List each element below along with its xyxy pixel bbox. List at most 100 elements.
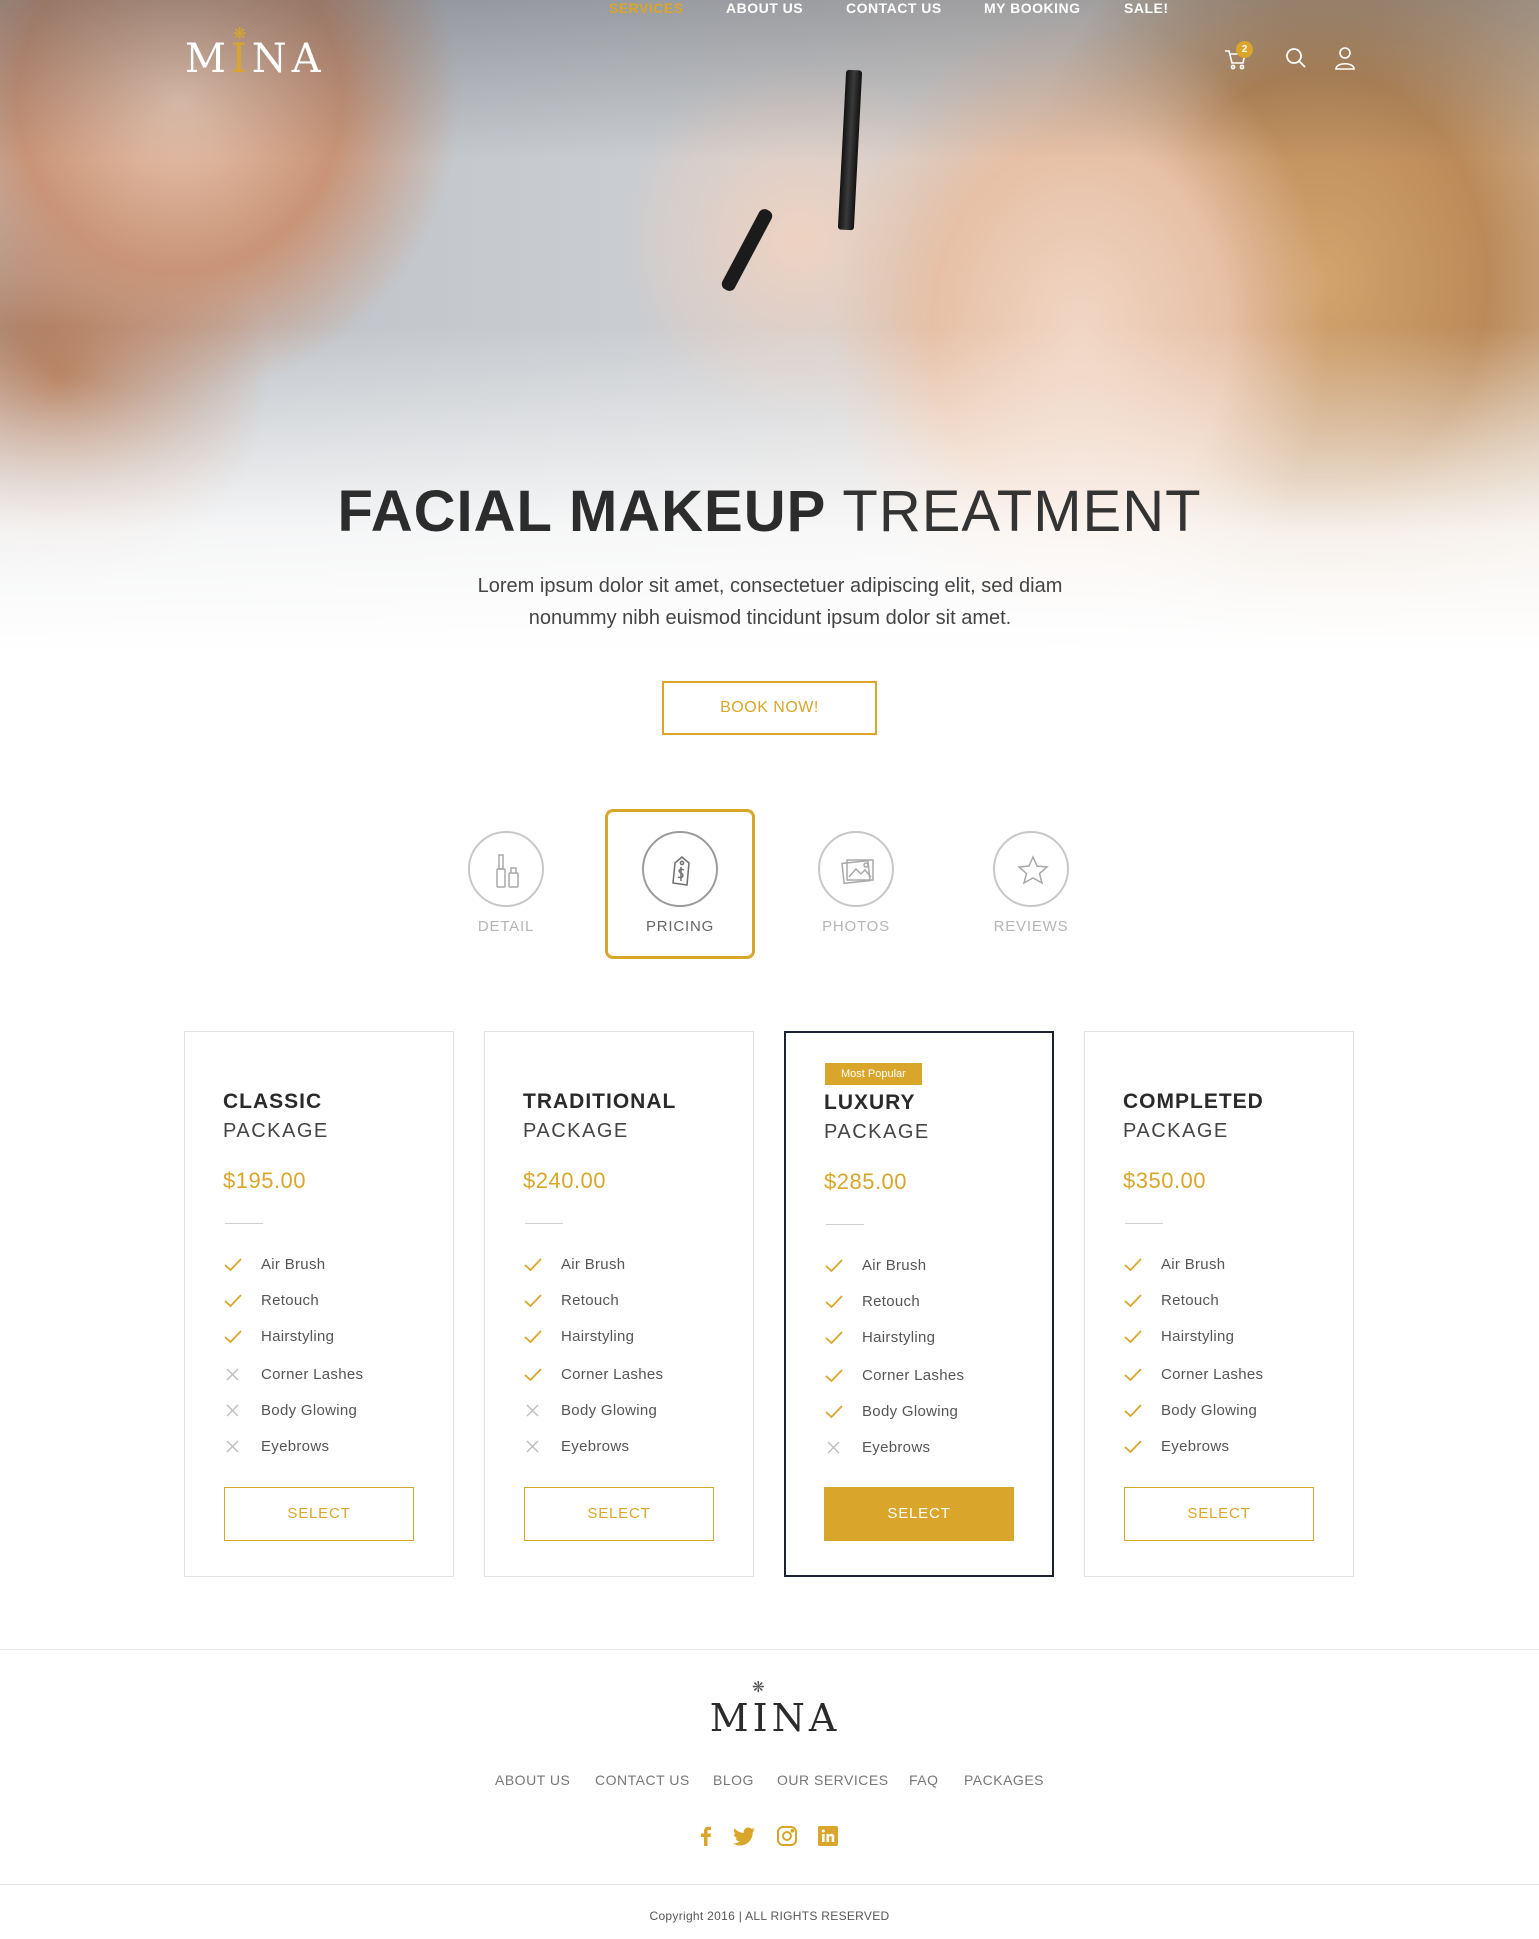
feature-label: Retouch [862,1293,920,1310]
tab-pricing[interactable]: PRICING [605,809,755,959]
feature-label: Corner Lashes [1161,1366,1264,1383]
nav-item-services[interactable]: SERVICES [609,0,684,16]
page-title-bold: FACIAL MAKEUP [337,479,826,544]
tab-reviews-label: REVIEWS [993,918,1069,935]
package-subtitle: PACKAGE [1123,1120,1229,1142]
feature-label: Hairstyling [561,1328,635,1345]
cross-icon [223,1366,243,1384]
search-icon [1286,48,1306,68]
feature-label: Body Glowing [261,1402,358,1419]
feature-label: Air Brush [862,1257,927,1274]
facebook-link[interactable] [694,1824,718,1848]
check-icon [1123,1438,1143,1456]
check-icon [1123,1402,1143,1420]
logo-flower-icon: ❋ [233,24,252,43]
package-name: TRADITIONAL [523,1090,677,1113]
feature-label: Eyebrows [862,1439,931,1456]
price-divider [225,1223,263,1224]
package-price: $195.00 [223,1168,307,1193]
package-price: $285.00 [824,1169,908,1194]
package-subtitle: PACKAGE [824,1121,930,1143]
feature-label: Air Brush [261,1256,326,1273]
tab-photos[interactable]: PHOTOS [781,809,931,959]
select-button[interactable]: SELECT [224,1487,414,1541]
instagram-link[interactable] [775,1824,799,1848]
footer-logo[interactable]: ❋ MINA [705,1678,845,1746]
select-button[interactable]: SELECT [824,1487,1014,1541]
most-popular-badge: Most Popular [825,1063,922,1085]
site-logo[interactable]: ❋ MINA [185,24,335,86]
twitter-icon [732,1827,755,1846]
tab-pricing-label: PRICING [645,918,715,935]
tab-detail[interactable]: DETAIL [431,809,581,959]
user-icon [1335,47,1355,70]
copyright-bar: Copyright 2016 | ALL RIGHTS RESERVED [0,1884,1539,1939]
makeup-brush-graphic [719,206,775,294]
feature-label: Eyebrows [1161,1438,1230,1455]
page-title-light: TREATMENT [842,479,1202,544]
feature-label: Retouch [261,1292,319,1309]
cross-icon [824,1439,844,1457]
feature-label: Hairstyling [1161,1328,1235,1345]
hero-description-line-1: Lorem ipsum dolor sit amet, consectetuer… [477,575,1063,597]
cross-icon [223,1438,243,1456]
hero-description: Lorem ipsum dolor sit amet, consectetuer… [400,570,1140,634]
twitter-link[interactable] [731,1824,755,1848]
tab-photos-circle [818,831,894,907]
tab-reviews[interactable]: REVIEWS [956,809,1106,959]
nav-item-my-booking[interactable]: MY BOOKING [984,0,1081,16]
star-icon [1017,855,1049,885]
feature-label: Retouch [1161,1292,1219,1309]
facebook-icon [701,1826,711,1846]
check-icon [1123,1328,1143,1346]
package-name: LUXURY [824,1091,916,1114]
nav-item-about-us[interactable]: ABOUT US [726,0,803,16]
book-now-button[interactable]: BOOK NOW! [662,681,877,735]
feature-label: Air Brush [561,1256,626,1273]
check-icon [1123,1366,1143,1384]
cross-icon [523,1402,543,1420]
feature-label: Eyebrows [261,1438,330,1455]
footer-link-about-us[interactable]: ABOUT US [495,1772,570,1788]
footer-link-contact-us[interactable]: CONTACT US [595,1772,690,1788]
price-tag-icon [672,856,690,886]
nav-item-contact-us[interactable]: CONTACT US [846,0,942,16]
search-button[interactable] [1282,44,1310,72]
account-button[interactable] [1331,44,1359,72]
footer-logo-text: MINA [709,1696,841,1740]
nav-item-sale[interactable]: SALE! [1124,0,1169,16]
check-icon [824,1257,844,1275]
check-icon [824,1367,844,1385]
check-icon [223,1292,243,1310]
package-name: CLASSIC [223,1090,323,1113]
tab-detail-label: DETAIL [477,918,535,935]
tab-photos-label: PHOTOS [822,918,890,935]
footer-link-blog[interactable]: BLOG [713,1772,754,1788]
check-icon [523,1366,543,1384]
photos-icon [841,859,874,885]
cart-button[interactable]: 2 [1222,41,1253,72]
hero-section: ❋ MINA SERVICES ABOUT US CONTACT US MY B… [0,0,1539,680]
feature-label: Corner Lashes [862,1367,965,1384]
footer-link-packages[interactable]: PACKAGES [964,1772,1044,1788]
footer-link-faq[interactable]: FAQ [909,1772,939,1788]
select-button[interactable]: SELECT [1124,1487,1314,1541]
instagram-icon [777,1826,797,1846]
check-icon [824,1293,844,1311]
page-title: FACIAL MAKEUP TREATMENT [0,478,1539,545]
cross-icon [223,1402,243,1420]
feature-label: Air Brush [1161,1256,1226,1273]
price-divider [525,1223,563,1224]
site-footer: ❋ MINA ABOUT US CONTACT US BLOG OUR SERV… [0,1649,1539,1939]
footer-logo-flower-icon: ❋ [752,1678,769,1696]
tab-reviews-circle [993,831,1069,907]
linkedin-link[interactable] [816,1824,840,1848]
check-icon [523,1292,543,1310]
pricing-card-traditional: TRADITIONAL PACKAGE $240.00 Air Brush Retouc… [484,1031,754,1577]
feature-label: Corner Lashes [561,1366,664,1383]
check-icon [824,1329,844,1347]
select-button[interactable]: SELECT [524,1487,714,1541]
footer-link-our-services[interactable]: OUR SERVICES [777,1772,889,1788]
pricing-card-classic: CLASSIC PACKAGE $195.00 Air Brush Retouch Hai… [184,1031,454,1577]
check-icon [523,1256,543,1274]
